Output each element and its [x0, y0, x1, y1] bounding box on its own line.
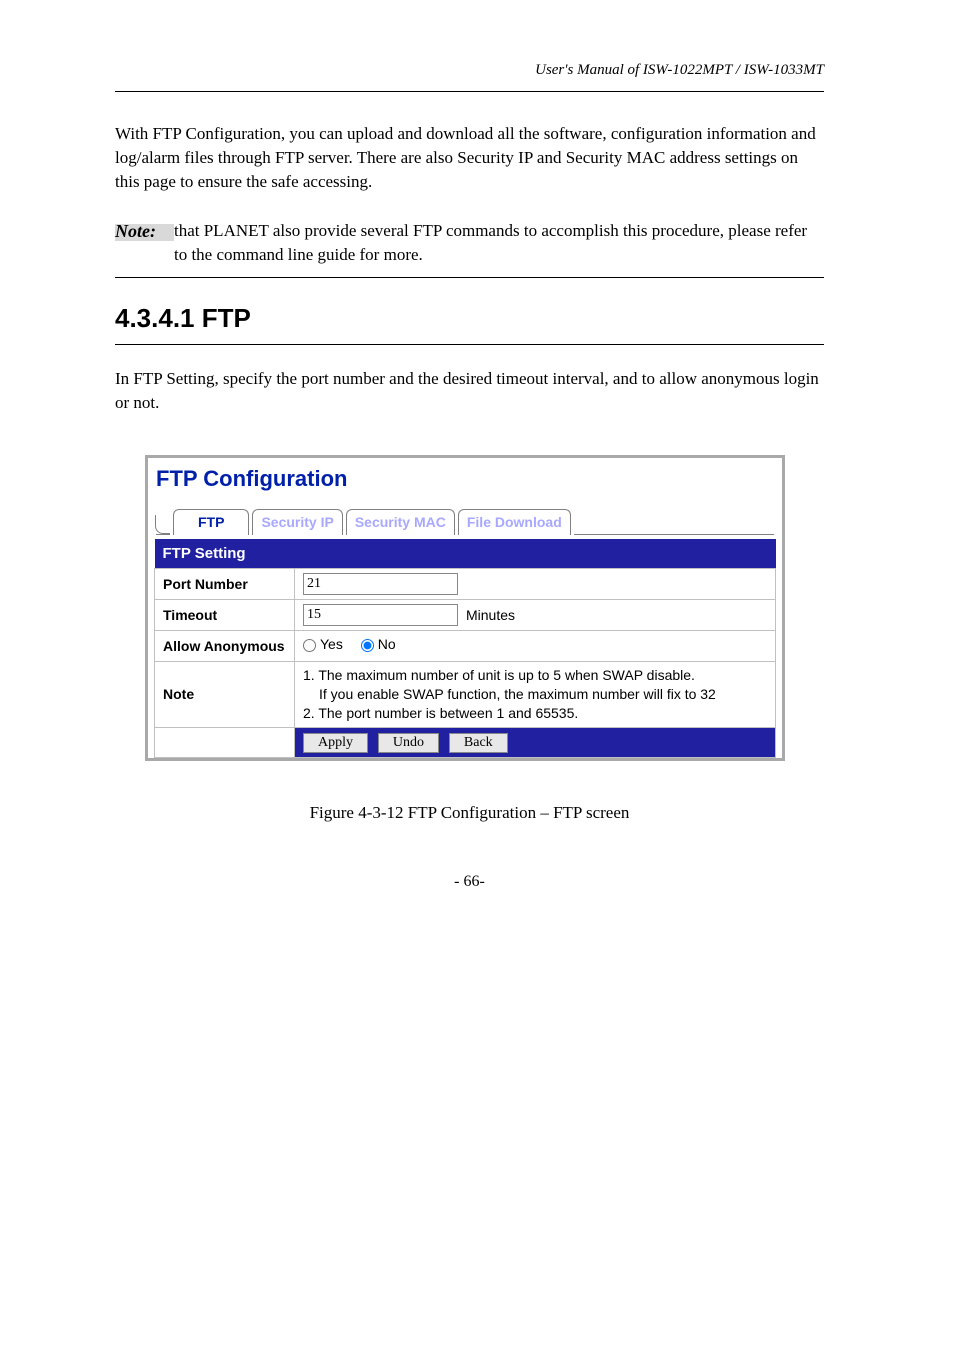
port-number-label: Port Number: [155, 569, 295, 600]
tab-corner-deco: [156, 517, 170, 535]
anon-no-label: No: [378, 635, 396, 655]
table-section-header: FTP Setting: [155, 539, 776, 569]
note-line-1: 1. The maximum number of unit is up to 5…: [303, 666, 767, 685]
figure-caption: Figure 4-3-12 FTP Configuration – FTP sc…: [115, 801, 824, 825]
divider: [115, 91, 824, 92]
tab-security-mac[interactable]: Security MAC: [346, 509, 455, 536]
anon-label: Allow Anonymous: [155, 631, 295, 662]
note-lines: 1. The maximum number of unit is up to 5…: [303, 666, 767, 723]
timeout-label: Timeout: [155, 600, 295, 631]
undo-button[interactable]: Undo: [378, 733, 439, 753]
tab-file-download[interactable]: File Download: [458, 509, 571, 536]
tab-security-ip[interactable]: Security IP: [252, 509, 342, 536]
anon-yes-label: Yes: [320, 635, 343, 655]
note-line-2: 2. The port number is between 1 and 6553…: [303, 704, 767, 723]
note-label: Note:: [115, 221, 156, 241]
timeout-unit: Minutes: [466, 606, 515, 626]
note-block: Note: that PLANET also provide several F…: [115, 219, 824, 267]
tab-ftp[interactable]: FTP: [173, 509, 249, 536]
divider: [115, 344, 824, 345]
ftp-setting-table: FTP Setting Port Number Timeout Minutes: [154, 539, 776, 758]
anon-yes-radio[interactable]: [303, 639, 316, 652]
button-row-label: [155, 727, 295, 757]
note-line-1b: If you enable SWAP function, the maximum…: [303, 685, 767, 704]
page-header: User's Manual of ISW-1022MPT / ISW-1033M…: [115, 60, 824, 81]
section-subtext: In FTP Setting, specify the port number …: [115, 367, 824, 415]
tab-bar: FTP Security IP Security MAC File Downlo…: [154, 509, 776, 536]
anon-no-radio[interactable]: [361, 639, 374, 652]
page-number: - 66-: [115, 871, 824, 893]
intro-text: With FTP Configuration, you can upload a…: [115, 122, 824, 193]
note-text: that PLANET also provide several FTP com…: [174, 219, 824, 267]
ftp-config-screenshot: FTP Configuration FTP Security IP Securi…: [145, 455, 785, 761]
section-heading: 4.3.4.1 FTP: [115, 300, 824, 336]
port-number-input[interactable]: [303, 573, 458, 595]
tab-filler: [574, 534, 774, 535]
back-button[interactable]: Back: [449, 733, 508, 753]
timeout-input[interactable]: [303, 604, 458, 626]
note-row-label: Note: [155, 662, 295, 728]
divider: [115, 277, 824, 278]
apply-button[interactable]: Apply: [303, 733, 368, 753]
intro-paragraph: With FTP Configuration, you can upload a…: [115, 122, 824, 193]
panel-title: FTP Configuration: [156, 464, 776, 495]
